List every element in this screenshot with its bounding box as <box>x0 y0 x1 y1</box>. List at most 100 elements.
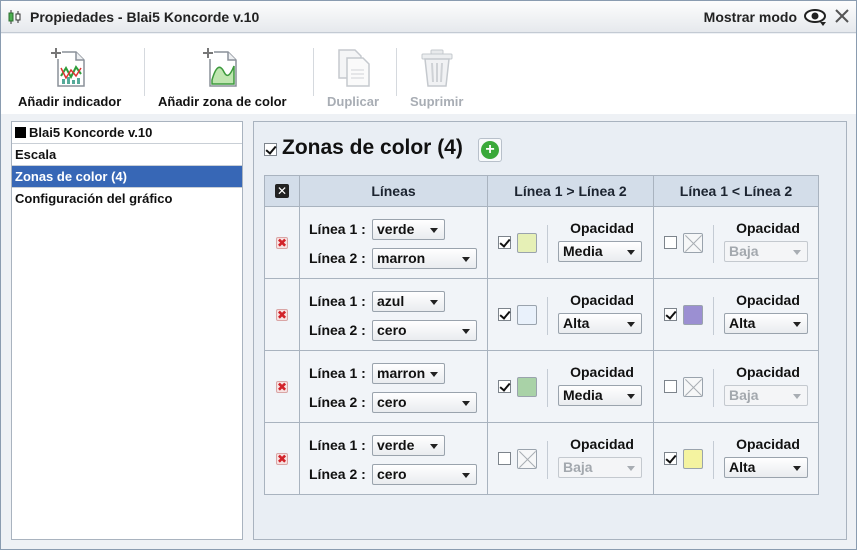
eye-icon[interactable] <box>804 7 828 27</box>
duplicate-icon <box>338 49 370 87</box>
line2-select[interactable]: cero <box>372 320 477 341</box>
lt-enabled-checkbox[interactable] <box>664 452 677 465</box>
lt-color-swatch[interactable] <box>683 377 703 397</box>
line2-label: Línea 2 : <box>309 250 366 266</box>
candlestick-app-icon <box>8 10 21 24</box>
plus-icon: + <box>481 141 499 159</box>
lt-enabled-checkbox[interactable] <box>664 380 677 393</box>
sidebar-item-label: Blai5 Koncorde v.10 <box>29 125 153 140</box>
gt-enabled-checkbox[interactable] <box>498 452 511 465</box>
lt-opacity-label: Opacidad <box>736 292 800 308</box>
gt-cell: Opacidad Alta <box>487 278 654 351</box>
zones-title: Zonas de color (4) <box>282 136 463 159</box>
line2-select[interactable]: marron <box>372 248 477 269</box>
delete-button[interactable]: Suprimir <box>410 46 463 109</box>
add-indicator-button[interactable]: Añadir indicador <box>18 46 121 109</box>
lt-opacity-label: Opacidad <box>736 220 800 236</box>
gt-opacity-label: Opacidad <box>570 292 634 308</box>
line1-label: Línea 1 : <box>309 293 366 309</box>
gt-enabled-checkbox[interactable] <box>498 236 511 249</box>
zone-row: ✖ Línea 1 : azul Línea 2 : cero Opacidad… <box>264 278 819 351</box>
gt-opacity-select[interactable]: Baja <box>558 457 642 478</box>
lt-color-swatch[interactable] <box>683 233 703 253</box>
lt-color-swatch[interactable] <box>683 449 703 469</box>
delete-row-icon[interactable]: ✖ <box>276 380 288 393</box>
delete-cell: ✖ <box>264 422 300 495</box>
line1-select[interactable]: verde <box>372 219 445 240</box>
line2-value: cero <box>377 394 407 410</box>
line1-label: Línea 1 : <box>309 365 366 381</box>
line2-select[interactable]: cero <box>372 392 477 413</box>
gt-color-swatch[interactable] <box>517 449 537 469</box>
lt-cell: Opacidad Baja <box>653 350 819 423</box>
delete-row-icon[interactable]: ✖ <box>276 308 288 321</box>
lt-enabled-checkbox[interactable] <box>664 308 677 321</box>
delete-all-icon[interactable]: ✕ <box>275 184 289 198</box>
add-zone-button[interactable]: + <box>478 138 502 162</box>
divider <box>713 441 714 479</box>
gt-color-swatch[interactable] <box>517 377 537 397</box>
zones-enabled-checkbox[interactable] <box>264 143 277 156</box>
sidebar-item-chart-settings[interactable]: Configuración del gráfico <box>12 188 242 210</box>
delete-row-icon[interactable]: ✖ <box>276 236 288 249</box>
window-title: Propiedades - Blai5 Koncorde v.10 <box>30 9 260 25</box>
gt-color-swatch[interactable] <box>517 233 537 253</box>
lt-color-swatch[interactable] <box>683 305 703 325</box>
gt-cell: Opacidad Media <box>487 206 654 279</box>
line2-select[interactable]: cero <box>372 464 477 485</box>
add-color-zone-button[interactable]: Añadir zona de color <box>158 46 287 109</box>
line2-label: Línea 2 : <box>309 322 366 338</box>
gt-cell: Opacidad Media <box>487 350 654 423</box>
lines-header: Líneas <box>299 175 488 207</box>
toolbar-separator <box>144 48 145 96</box>
gt-opacity-value: Media <box>563 387 603 403</box>
lt-opacity-label: Opacidad <box>736 364 800 380</box>
gt-enabled-checkbox[interactable] <box>498 380 511 393</box>
gt-opacity-value: Alta <box>563 315 590 331</box>
sidebar-item-scale[interactable]: Escala <box>12 144 242 166</box>
divider <box>713 297 714 335</box>
add-color-zone-label: Añadir zona de color <box>158 94 287 109</box>
lines-cell: Línea 1 : verde Línea 2 : cero <box>299 422 488 495</box>
show-mode-label[interactable]: Mostrar modo <box>704 9 797 25</box>
lt-header: Línea 1 < Línea 2 <box>653 175 819 207</box>
sidebar-item-color-zones[interactable]: Zonas de color (4) <box>12 166 242 188</box>
lt-enabled-checkbox[interactable] <box>664 236 677 249</box>
gt-opacity-value: Media <box>563 243 603 259</box>
delete-row-icon[interactable]: ✖ <box>276 452 288 465</box>
trash-icon <box>421 49 453 87</box>
delete-all-header: ✕ <box>264 175 300 207</box>
gt-opacity-select[interactable]: Media <box>558 385 642 406</box>
lt-opacity-select[interactable]: Alta <box>724 457 808 478</box>
lt-opacity-value: Baja <box>729 387 759 403</box>
divider <box>547 297 548 335</box>
divider <box>713 225 714 263</box>
gt-opacity-select[interactable]: Media <box>558 241 642 262</box>
sidebar-item-label: Escala <box>15 147 57 162</box>
sidebar-item-indicator[interactable]: Blai5 Koncorde v.10 <box>12 122 242 144</box>
gt-opacity-select[interactable]: Alta <box>558 313 642 334</box>
duplicate-button[interactable]: Duplicar <box>327 46 379 109</box>
line1-select[interactable]: marron <box>372 363 445 384</box>
gt-cell: Opacidad Baja <box>487 422 654 495</box>
title-bar: Propiedades - Blai5 Koncorde v.10 Mostra… <box>1 1 856 33</box>
lines-cell: Línea 1 : azul Línea 2 : cero <box>299 278 488 351</box>
lt-opacity-select[interactable]: Alta <box>724 313 808 334</box>
add-color-zone-icon <box>202 47 238 87</box>
line1-select[interactable]: verde <box>372 435 445 456</box>
lt-cell: Opacidad Alta <box>653 422 819 495</box>
lt-opacity-select[interactable]: Baja <box>724 385 808 406</box>
lt-opacity-value: Baja <box>729 243 759 259</box>
properties-window: Propiedades - Blai5 Koncorde v.10 Mostra… <box>0 0 857 550</box>
close-icon[interactable] <box>834 8 850 24</box>
gt-header: Línea 1 > Línea 2 <box>487 175 654 207</box>
line2-value: cero <box>377 322 407 338</box>
add-indicator-label: Añadir indicador <box>18 94 122 109</box>
gt-enabled-checkbox[interactable] <box>498 308 511 321</box>
gt-color-swatch[interactable] <box>517 305 537 325</box>
zone-row: ✖ Línea 1 : verde Línea 2 : marron Opaci… <box>264 206 819 279</box>
black-swatch-icon <box>15 127 26 138</box>
lt-opacity-select[interactable]: Baja <box>724 241 808 262</box>
line1-value: verde <box>377 437 415 453</box>
line1-select[interactable]: azul <box>372 291 445 312</box>
